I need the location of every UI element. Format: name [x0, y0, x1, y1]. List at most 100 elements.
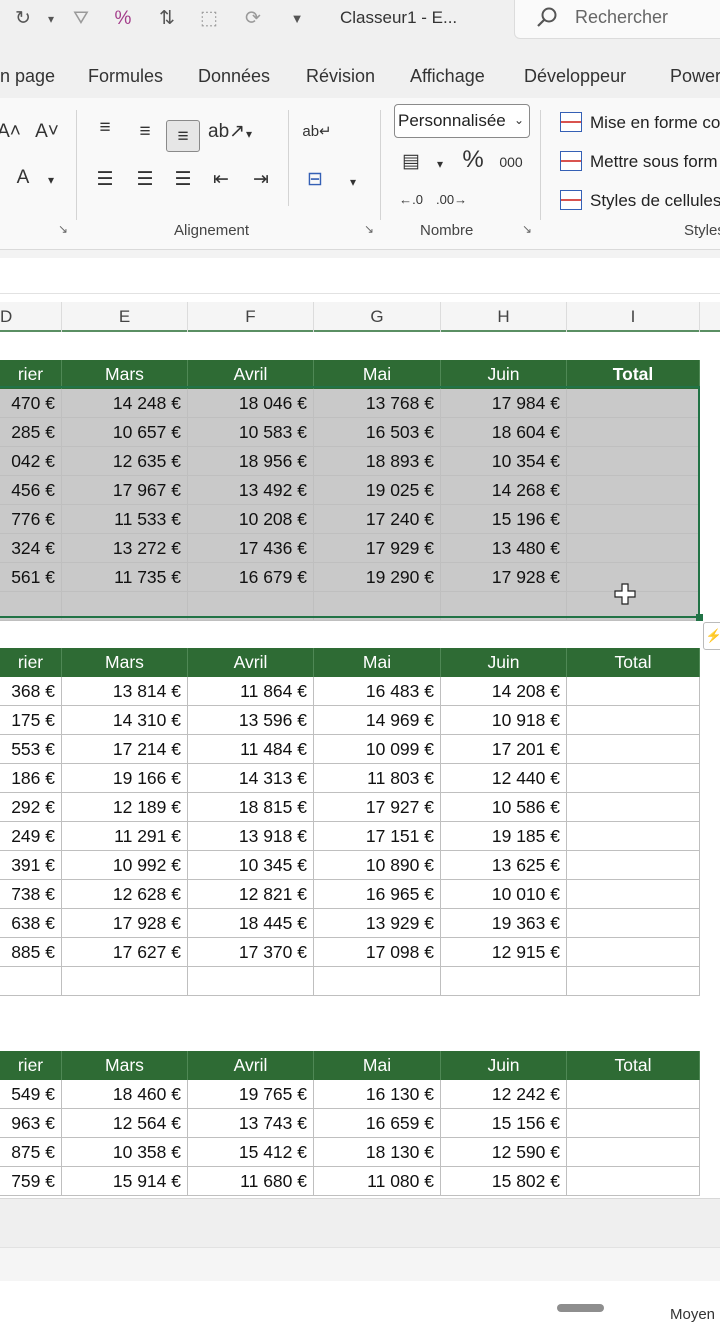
table-cell[interactable]	[567, 1138, 700, 1167]
table-cell[interactable]: 19 363 €	[441, 909, 567, 938]
table-cell[interactable]: 13 768 €	[314, 389, 441, 418]
table-cell[interactable]: 12 564 €	[62, 1109, 188, 1138]
tab-developpeur[interactable]: Développeur	[524, 66, 626, 87]
table-header-cell[interactable]: Avril	[188, 648, 314, 677]
table-cell[interactable]: 16 483 €	[314, 677, 441, 706]
align-left-icon[interactable]: ☰	[90, 168, 120, 192]
table-cell[interactable]: 18 046 €	[188, 389, 314, 418]
table-cell[interactable]: 13 272 €	[62, 534, 188, 563]
table-cell[interactable]	[314, 967, 441, 996]
table-cell[interactable]	[567, 505, 700, 534]
table-header-cell[interactable]: Mars	[62, 1051, 188, 1080]
table-cell[interactable]	[314, 592, 441, 621]
table-cell[interactable]: 875 €	[0, 1138, 62, 1167]
table-cell[interactable]: 549 €	[0, 1080, 62, 1109]
table-cell[interactable]: 17 151 €	[314, 822, 441, 851]
table-cell[interactable]	[567, 534, 700, 563]
table-header-cell[interactable]: Total	[567, 1051, 700, 1080]
search-box[interactable]: Rechercher	[514, 0, 720, 39]
horizontal-scrollbar-thumb[interactable]	[557, 1304, 604, 1312]
table-cell[interactable]: 17 436 €	[188, 534, 314, 563]
table-cell[interactable]: 16 503 €	[314, 418, 441, 447]
dialog-launcher-icon[interactable]: ↘	[522, 222, 532, 236]
table-cell[interactable]: 13 492 €	[188, 476, 314, 505]
table-cell[interactable]	[567, 447, 700, 476]
table-header-cell[interactable]: Juin	[441, 1051, 567, 1080]
table-cell[interactable]: 10 099 €	[314, 735, 441, 764]
dialog-launcher-icon[interactable]: ↘	[364, 222, 374, 236]
table-header-cell[interactable]: Mars	[62, 648, 188, 677]
table-cell[interactable]: 12 635 €	[62, 447, 188, 476]
table-header-cell[interactable]: Avril	[188, 360, 314, 389]
align-bottom-icon[interactable]: ≡	[166, 120, 200, 152]
table-cell[interactable]: 16 679 €	[188, 563, 314, 592]
table-cell[interactable]: 638 €	[0, 909, 62, 938]
table-cell[interactable]	[0, 592, 62, 621]
column-header-d[interactable]: D	[0, 302, 62, 332]
clear-filter-icon[interactable]: ⛛	[68, 6, 94, 32]
quick-analysis-icon[interactable]: ⚡	[703, 622, 720, 650]
table-cell[interactable]: 553 €	[0, 735, 62, 764]
column-header-i[interactable]: I	[567, 302, 700, 332]
table-cell[interactable]: 285 €	[0, 418, 62, 447]
chevron-down-icon[interactable]: ▾	[38, 6, 64, 32]
table-cell[interactable]: 11 484 €	[188, 735, 314, 764]
table-cell[interactable]: 13 625 €	[441, 851, 567, 880]
formula-bar[interactable]	[0, 258, 720, 294]
table-cell[interactable]	[567, 822, 700, 851]
table-cell[interactable]: 13 743 €	[188, 1109, 314, 1138]
table-cell[interactable]: 16 659 €	[314, 1109, 441, 1138]
table-cell[interactable]: 17 984 €	[441, 389, 567, 418]
table-cell[interactable]: 18 604 €	[441, 418, 567, 447]
table-cell[interactable]: 17 240 €	[314, 505, 441, 534]
table-cell[interactable]: 391 €	[0, 851, 62, 880]
number-format-select[interactable]: Personnalisée ⌄	[394, 104, 530, 138]
table-cell[interactable]: 15 156 €	[441, 1109, 567, 1138]
column-header-g[interactable]: G	[314, 302, 441, 332]
table-cell[interactable]: 16 965 €	[314, 880, 441, 909]
table-cell[interactable]	[62, 967, 188, 996]
table-cell[interactable]	[567, 389, 700, 418]
chevron-down-icon[interactable]: ▾	[36, 168, 66, 192]
tab-affichage[interactable]: Affichage	[410, 66, 485, 87]
customize-qat-icon[interactable]: ▼	[284, 6, 310, 32]
table-header-cell[interactable]: rier	[0, 1051, 62, 1080]
table-cell[interactable]: 17 928 €	[441, 563, 567, 592]
table-cell[interactable]	[567, 1167, 700, 1196]
table-header-cell[interactable]: Mai	[314, 648, 441, 677]
tab-mise-en-page[interactable]: n page	[0, 66, 55, 87]
table-cell[interactable]: 456 €	[0, 476, 62, 505]
table-cell[interactable]: 18 893 €	[314, 447, 441, 476]
table-cell[interactable]: 17 214 €	[62, 735, 188, 764]
table-cell[interactable]	[567, 880, 700, 909]
table-cell[interactable]	[567, 793, 700, 822]
merge-center-icon[interactable]: ⊟	[300, 168, 330, 192]
table-cell[interactable]: 738 €	[0, 880, 62, 909]
table-cell[interactable]: 186 €	[0, 764, 62, 793]
percent-icon[interactable]: %	[458, 148, 488, 172]
table-cell[interactable]: 885 €	[0, 938, 62, 967]
table-cell[interactable]: 12 821 €	[188, 880, 314, 909]
table-cell[interactable]: 18 956 €	[188, 447, 314, 476]
table-cell[interactable]: 10 345 €	[188, 851, 314, 880]
table-cell[interactable]: 13 596 €	[188, 706, 314, 735]
sort-icon[interactable]: ⇅	[154, 6, 180, 32]
table-cell[interactable]: 18 815 €	[188, 793, 314, 822]
table-cell[interactable]: 19 025 €	[314, 476, 441, 505]
table-cell[interactable]: 17 370 €	[188, 938, 314, 967]
table-cell[interactable]: 14 313 €	[188, 764, 314, 793]
table-cell[interactable]: 14 969 €	[314, 706, 441, 735]
table-cell[interactable]	[567, 909, 700, 938]
table-cell[interactable]: 19 765 €	[188, 1080, 314, 1109]
table-cell[interactable]: 13 918 €	[188, 822, 314, 851]
table-cell[interactable]: 14 268 €	[441, 476, 567, 505]
table-header-cell[interactable]: Juin	[441, 648, 567, 677]
chevron-down-icon[interactable]: ▾	[338, 170, 368, 194]
table-cell[interactable]: 12 915 €	[441, 938, 567, 967]
table-cell[interactable]: 17 929 €	[314, 534, 441, 563]
table-cell[interactable]: 776 €	[0, 505, 62, 534]
table-cell[interactable]: 042 €	[0, 447, 62, 476]
table-header-cell[interactable]: Juin	[441, 360, 567, 389]
table-cell[interactable]: 17 928 €	[62, 909, 188, 938]
table-cell[interactable]: 19 166 €	[62, 764, 188, 793]
